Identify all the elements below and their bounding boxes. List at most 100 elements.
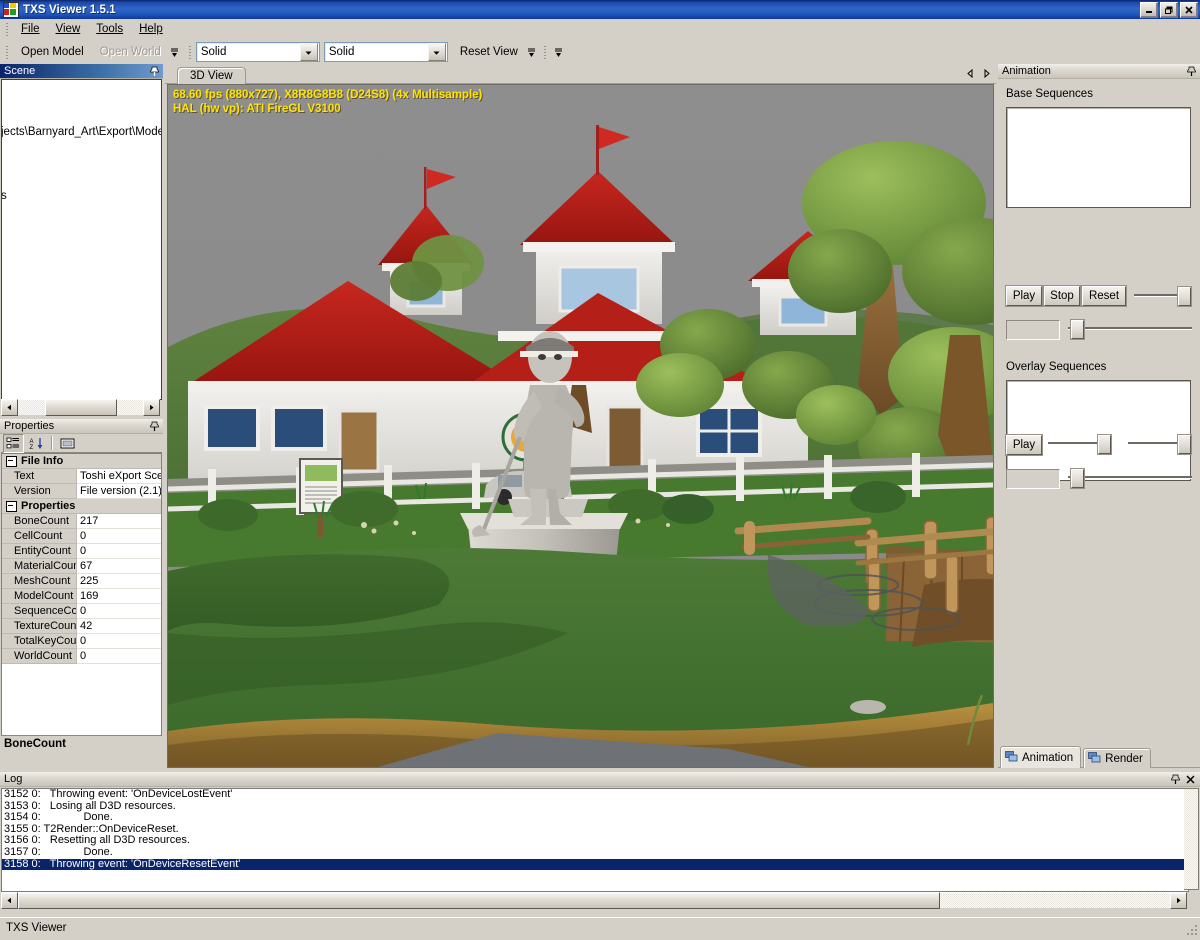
base-speed-slider[interactable] bbox=[1134, 287, 1192, 306]
overlay-frame-field[interactable] bbox=[1006, 469, 1060, 489]
property-category-row[interactable]: File Info bbox=[2, 454, 161, 469]
categorized-icon[interactable] bbox=[3, 433, 24, 453]
overlay-play-button[interactable]: Play bbox=[1006, 435, 1042, 455]
overlay-blend-slider[interactable] bbox=[1048, 435, 1112, 454]
list-item[interactable]: 3153 0: Losing all D3D resources. bbox=[2, 800, 1188, 813]
property-value[interactable]: 217 bbox=[77, 514, 161, 529]
tab-render[interactable]: Render bbox=[1083, 748, 1151, 768]
scene-tree-item-path[interactable]: jects\Barnyard_Art\Export\Model\W bbox=[2, 126, 161, 138]
render-mode-combo-1[interactable]: Solid bbox=[195, 42, 320, 62]
tab-animation[interactable]: Animation bbox=[1000, 746, 1082, 768]
pin-icon[interactable] bbox=[1169, 773, 1181, 785]
property-value[interactable]: 67 bbox=[77, 559, 161, 574]
list-item[interactable]: 3154 0: Done. bbox=[2, 812, 1188, 824]
render-mode-combo-2[interactable]: Solid bbox=[323, 42, 448, 62]
table-row[interactable]: BoneCount 217 bbox=[2, 514, 161, 529]
menu-gripper[interactable] bbox=[3, 21, 11, 37]
scene-scroll-thumb[interactable] bbox=[44, 399, 117, 416]
base-sequences-list[interactable] bbox=[1006, 107, 1191, 208]
table-row[interactable]: MaterialCoun 67 bbox=[2, 559, 161, 574]
base-frame-slider[interactable] bbox=[1068, 320, 1192, 339]
minimize-button[interactable] bbox=[1140, 2, 1158, 18]
reset-view-button[interactable]: Reset View bbox=[452, 43, 526, 62]
menu-view[interactable]: View bbox=[48, 21, 89, 38]
property-pages-icon[interactable] bbox=[57, 434, 78, 453]
list-item[interactable]: 3152 0: Throwing event: 'OnDeviceLostEve… bbox=[2, 789, 1188, 801]
menu-help[interactable]: Help bbox=[131, 21, 171, 38]
overlay-frame-slider[interactable] bbox=[1068, 469, 1192, 488]
property-category-properties[interactable]: Properties bbox=[2, 499, 161, 514]
property-value[interactable]: 0 bbox=[77, 634, 161, 649]
render-toolbar-overflow[interactable] bbox=[526, 43, 537, 61]
pin-icon[interactable] bbox=[1185, 65, 1197, 77]
property-value[interactable]: 0 bbox=[77, 544, 161, 559]
scene-scroll-track-left[interactable] bbox=[18, 400, 45, 415]
table-row[interactable]: EntityCount 0 bbox=[2, 544, 161, 559]
base-play-button[interactable]: Play bbox=[1006, 286, 1042, 306]
scene-scroll-track-right[interactable] bbox=[116, 400, 143, 415]
pin-icon[interactable] bbox=[148, 420, 160, 432]
render-viewport[interactable]: 68.60 fps (880x727), X8R8G8B8 (D24S8) (4… bbox=[167, 84, 994, 768]
triangle-right-icon[interactable] bbox=[979, 66, 994, 81]
collapse-icon[interactable] bbox=[6, 455, 17, 467]
property-category-fileinfo[interactable]: File Info bbox=[2, 454, 161, 469]
scene-tree-item-fragment[interactable]: s bbox=[2, 190, 7, 202]
property-value[interactable]: Toshi eXport Scen bbox=[77, 469, 161, 484]
property-value[interactable]: 0 bbox=[77, 529, 161, 544]
file-toolbar-overflow[interactable] bbox=[169, 43, 180, 61]
property-value[interactable]: File version (2.1). bbox=[77, 484, 161, 499]
collapse-icon[interactable] bbox=[6, 500, 17, 512]
list-item[interactable]: 3156 0: Resetting all D3D resources. bbox=[2, 835, 1188, 847]
triangle-left-icon[interactable] bbox=[963, 66, 978, 81]
resize-grip[interactable] bbox=[1185, 923, 1199, 937]
property-value[interactable]: 0 bbox=[77, 649, 161, 664]
sort-az-icon[interactable]: A Z bbox=[26, 434, 47, 453]
extra-toolbar-overflow[interactable] bbox=[553, 43, 564, 61]
table-row[interactable]: SequenceCo 0 bbox=[2, 604, 161, 619]
extra-toolbar-gripper[interactable] bbox=[541, 44, 549, 60]
close-button[interactable] bbox=[1180, 2, 1198, 18]
log-scroll-right-button[interactable] bbox=[1170, 892, 1187, 909]
property-value[interactable]: 0 bbox=[77, 604, 161, 619]
log-hscrollbar[interactable] bbox=[1, 892, 1187, 909]
close-icon[interactable] bbox=[1184, 773, 1196, 785]
log-scroll-track[interactable] bbox=[940, 893, 1170, 908]
properties-grid[interactable]: File Info Text Toshi eXport Scen Version… bbox=[1, 453, 162, 736]
table-row[interactable]: MeshCount 225 bbox=[2, 574, 161, 589]
log-scroll-thumb[interactable] bbox=[18, 892, 940, 909]
list-item[interactable]: 3157 0: Done. bbox=[2, 846, 1188, 859]
property-value[interactable]: 225 bbox=[77, 574, 161, 589]
property-value[interactable]: 169 bbox=[77, 589, 161, 604]
open-model-button[interactable]: Open Model bbox=[13, 43, 92, 62]
base-reset-button[interactable]: Reset bbox=[1082, 286, 1126, 306]
scene-scroll-left-button[interactable] bbox=[1, 399, 18, 416]
table-row[interactable]: Text Toshi eXport Scen bbox=[2, 469, 161, 484]
scene-tree-hscrollbar[interactable] bbox=[1, 399, 160, 416]
scene-scroll-right-button[interactable] bbox=[143, 399, 160, 416]
chevron-down-icon[interactable] bbox=[427, 43, 446, 61]
property-value[interactable]: 42 bbox=[77, 619, 161, 634]
table-row[interactable]: TotalKeyCou 0 bbox=[2, 634, 161, 649]
table-row[interactable]: CellCount 0 bbox=[2, 529, 161, 544]
overlay-speed-slider[interactable] bbox=[1128, 435, 1192, 454]
table-row[interactable]: WorldCount 0 bbox=[2, 649, 161, 664]
scene-tree[interactable]: jects\Barnyard_Art\Export\Model\W s bbox=[1, 79, 162, 400]
overlay-sequences-list[interactable] bbox=[1006, 380, 1191, 481]
list-item-selected[interactable]: 3158 0: Throwing event: 'OnDeviceResetEv… bbox=[2, 858, 1188, 871]
render-toolbar-gripper[interactable] bbox=[186, 44, 194, 60]
log-vscrollbar[interactable] bbox=[1184, 788, 1199, 890]
table-row[interactable]: ModelCount 169 bbox=[2, 589, 161, 604]
menu-file[interactable]: File bbox=[13, 21, 48, 38]
pin-icon[interactable] bbox=[148, 65, 160, 77]
chevron-down-icon[interactable] bbox=[299, 43, 318, 61]
log-scroll-left-button[interactable] bbox=[1, 892, 18, 909]
base-frame-field[interactable] bbox=[1006, 320, 1060, 340]
property-category-row[interactable]: Properties bbox=[2, 499, 161, 514]
file-toolbar-gripper[interactable] bbox=[3, 44, 11, 60]
maximize-button[interactable] bbox=[1160, 2, 1178, 18]
base-stop-button[interactable]: Stop bbox=[1044, 286, 1080, 306]
menu-tools[interactable]: Tools bbox=[88, 21, 131, 38]
table-row[interactable]: Version File version (2.1). bbox=[2, 484, 161, 499]
log-list[interactable]: 3152 0: Throwing event: 'OnDeviceLostEve… bbox=[1, 788, 1189, 892]
table-row[interactable]: TextureCount 42 bbox=[2, 619, 161, 634]
